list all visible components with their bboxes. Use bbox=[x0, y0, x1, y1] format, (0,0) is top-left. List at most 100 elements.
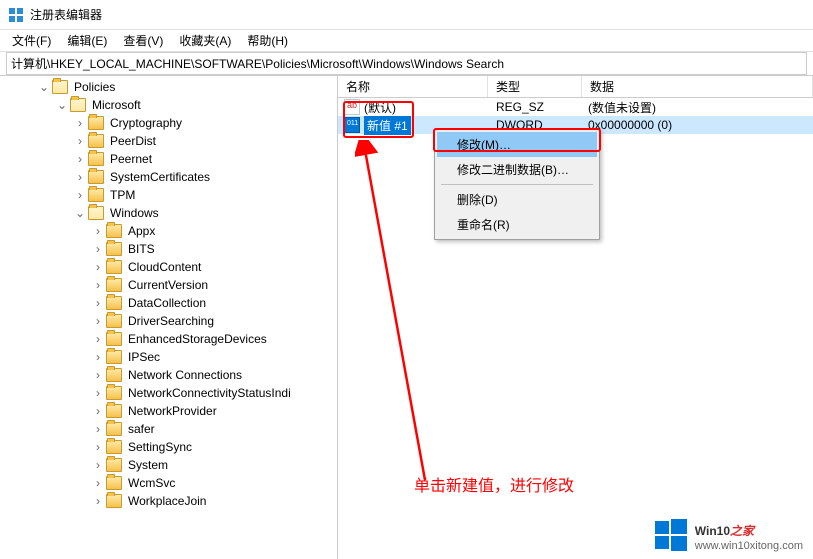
tree-settingsync[interactable]: › SettingSync bbox=[2, 438, 335, 456]
folder-icon bbox=[88, 188, 104, 202]
watermark: Win10之家 www.win10xitong.com bbox=[653, 517, 803, 553]
menu-bar: 文件(F) 编辑(E) 查看(V) 收藏夹(A) 帮助(H) bbox=[0, 30, 813, 52]
expand-icon[interactable]: › bbox=[74, 150, 86, 168]
tree-label: DataCollection bbox=[126, 294, 208, 312]
tree-label: Peernet bbox=[108, 150, 154, 168]
tree-label: CloudContent bbox=[126, 258, 203, 276]
ctx-delete[interactable]: 删除(D) bbox=[437, 187, 597, 212]
menu-view[interactable]: 查看(V) bbox=[115, 30, 171, 51]
expand-icon[interactable]: › bbox=[92, 456, 104, 474]
expand-icon[interactable]: › bbox=[92, 258, 104, 276]
expand-icon[interactable]: › bbox=[92, 492, 104, 510]
folder-icon bbox=[106, 314, 122, 328]
collapse-icon[interactable]: ⌄ bbox=[56, 96, 68, 114]
tree-enhancedstoragedevices[interactable]: ›EnhancedStorageDevices bbox=[2, 330, 335, 348]
tree-peernet[interactable]: › Peernet bbox=[2, 150, 335, 168]
folder-icon bbox=[106, 422, 122, 436]
list-row[interactable]: (默认)REG_SZ(数值未设置) bbox=[338, 98, 813, 116]
ctx-modify[interactable]: 修改(M)… bbox=[437, 132, 597, 157]
col-name[interactable]: 名称 bbox=[338, 76, 488, 97]
tree-label: NetworkProvider bbox=[126, 402, 219, 420]
value-name[interactable]: 新值 #1 bbox=[364, 116, 411, 135]
expand-icon[interactable]: › bbox=[92, 294, 104, 312]
tree-label: Cryptography bbox=[108, 114, 184, 132]
expand-icon[interactable]: › bbox=[92, 384, 104, 402]
folder-icon bbox=[106, 404, 122, 418]
tree-networkconnectivitystatusindi[interactable]: › NetworkConnectivityStatusIndi bbox=[2, 384, 335, 402]
tree-label: Windows bbox=[108, 204, 161, 222]
folder-icon bbox=[106, 368, 122, 382]
expand-icon[interactable]: › bbox=[92, 312, 104, 330]
folder-icon bbox=[52, 80, 68, 94]
tree-label: TPM bbox=[108, 186, 137, 204]
tree-networkprovider[interactable]: › NetworkProvider bbox=[2, 402, 335, 420]
tree-system[interactable]: ›System bbox=[2, 456, 335, 474]
folder-icon bbox=[106, 350, 122, 364]
binary-value-icon bbox=[344, 117, 360, 133]
tree-label: NetworkConnectivityStatusIndi bbox=[126, 384, 293, 402]
watermark-brand-suffix: 之家 bbox=[730, 524, 754, 538]
folder-icon bbox=[106, 224, 122, 238]
expand-icon[interactable]: › bbox=[92, 474, 104, 492]
tree-systemcertificates[interactable]: › SystemCertificates bbox=[2, 168, 335, 186]
tree-label: SystemCertificates bbox=[108, 168, 212, 186]
tree-microsoft[interactable]: ⌄Microsoft bbox=[2, 96, 335, 114]
tree-windows[interactable]: ⌄ Windows bbox=[2, 204, 335, 222]
menu-help[interactable]: 帮助(H) bbox=[239, 30, 296, 51]
value-name: (默认) bbox=[364, 99, 396, 116]
tree-wcmsvc[interactable]: › WcmSvc bbox=[2, 474, 335, 492]
expand-icon[interactable]: › bbox=[92, 402, 104, 420]
expand-icon[interactable]: › bbox=[92, 438, 104, 456]
expand-icon[interactable]: › bbox=[74, 186, 86, 204]
expand-icon[interactable]: › bbox=[74, 114, 86, 132]
tree-pane[interactable]: ⌄Policies⌄Microsoft›Cryptography›PeerDis… bbox=[0, 76, 338, 559]
expand-icon[interactable]: › bbox=[92, 222, 104, 240]
tree-bits[interactable]: ›BITS bbox=[2, 240, 335, 258]
menu-favorites[interactable]: 收藏夹(A) bbox=[171, 30, 239, 51]
app-icon bbox=[8, 7, 24, 23]
tree-driversearching[interactable]: ›DriverSearching bbox=[2, 312, 335, 330]
ctx-modify-binary[interactable]: 修改二进制数据(B)… bbox=[437, 157, 597, 182]
tree-safer[interactable]: ›safer bbox=[2, 420, 335, 438]
tree-cloudcontent[interactable]: › CloudContent bbox=[2, 258, 335, 276]
expand-icon[interactable]: › bbox=[92, 348, 104, 366]
folder-icon bbox=[106, 332, 122, 346]
folder-icon bbox=[88, 134, 104, 148]
context-menu: 修改(M)… 修改二进制数据(B)… 删除(D) 重命名(R) bbox=[434, 129, 600, 240]
expand-icon[interactable]: › bbox=[92, 240, 104, 258]
tree-ipsec[interactable]: ›IPSec bbox=[2, 348, 335, 366]
tree-label: SettingSync bbox=[126, 438, 194, 456]
cell-name: (默认) bbox=[338, 99, 488, 116]
folder-icon bbox=[106, 386, 122, 400]
tree-appx[interactable]: ›Appx bbox=[2, 222, 335, 240]
value-data: 0x00000000 (0) bbox=[582, 118, 813, 132]
collapse-icon[interactable]: ⌄ bbox=[74, 204, 86, 222]
expand-icon[interactable]: › bbox=[92, 366, 104, 384]
menu-edit[interactable]: 编辑(E) bbox=[59, 30, 115, 51]
tree-network-connections[interactable]: ›Network Connections bbox=[2, 366, 335, 384]
collapse-icon[interactable]: ⌄ bbox=[38, 78, 50, 96]
menu-file[interactable]: 文件(F) bbox=[4, 30, 59, 51]
folder-icon bbox=[106, 440, 122, 454]
tree-label: Policies bbox=[72, 78, 117, 96]
expand-icon[interactable]: › bbox=[74, 168, 86, 186]
tree-workplacejoin[interactable]: ›WorkplaceJoin bbox=[2, 492, 335, 510]
expand-icon[interactable]: › bbox=[92, 276, 104, 294]
folder-icon bbox=[88, 116, 104, 130]
expand-icon[interactable]: › bbox=[92, 330, 104, 348]
string-value-icon bbox=[344, 99, 360, 115]
col-type[interactable]: 类型 bbox=[488, 76, 582, 97]
tree-tpm[interactable]: › TPM bbox=[2, 186, 335, 204]
tree-datacollection[interactable]: › DataCollection bbox=[2, 294, 335, 312]
tree-currentversion[interactable]: ›CurrentVersion bbox=[2, 276, 335, 294]
tree-cryptography[interactable]: › Cryptography bbox=[2, 114, 335, 132]
ctx-rename[interactable]: 重命名(R) bbox=[437, 212, 597, 237]
expand-icon[interactable]: › bbox=[74, 132, 86, 150]
address-input[interactable]: 计算机\HKEY_LOCAL_MACHINE\SOFTWARE\Policies… bbox=[6, 52, 807, 75]
expand-icon[interactable]: › bbox=[92, 420, 104, 438]
tree-policies[interactable]: ⌄ Policies bbox=[2, 78, 335, 96]
tree-label: WcmSvc bbox=[126, 474, 177, 492]
col-data[interactable]: 数据 bbox=[582, 76, 813, 97]
tree-peerdist[interactable]: ›PeerDist bbox=[2, 132, 335, 150]
annotation-text: 单击新建值，进行修改 bbox=[414, 472, 574, 496]
